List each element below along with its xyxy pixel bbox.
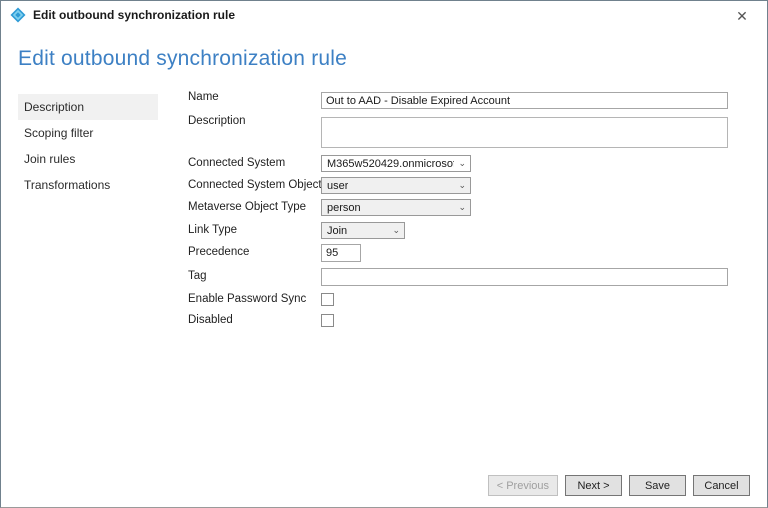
tag-label: Tag [188, 270, 207, 282]
sidebar-item-scoping-filter[interactable]: Scoping filter [18, 120, 158, 146]
sidebar-item-transformations[interactable]: Transformations [18, 172, 158, 198]
metaverse-object-type-value: person [327, 201, 361, 214]
page-title: Edit outbound synchronization rule [18, 47, 348, 70]
disabled-checkbox[interactable] [321, 314, 334, 327]
chevron-down-icon: ⌄ [458, 202, 466, 212]
sidebar-item-description[interactable]: Description [18, 94, 158, 120]
cancel-button[interactable]: Cancel [693, 475, 750, 496]
edit-sync-rule-dialog: Edit outbound synchronization rule ✕ Edi… [0, 0, 768, 508]
link-type-dropdown[interactable]: Join ⌄ [321, 222, 405, 239]
sidebar: Description Scoping filter Join rules Tr… [18, 94, 158, 198]
link-type-value: Join [327, 224, 348, 237]
metaverse-object-type-label: Metaverse Object Type [188, 201, 307, 213]
connected-system-value: M365w520429.onmicrosoft.com [327, 157, 454, 170]
enable-password-sync-checkbox[interactable] [321, 293, 334, 306]
description-label: Description [188, 115, 246, 127]
description-input[interactable] [321, 117, 728, 148]
connected-system-dropdown[interactable]: M365w520429.onmicrosoft.com ⌄ [321, 155, 471, 172]
next-button[interactable]: Next > [565, 475, 622, 496]
connected-system-label: Connected System [188, 157, 286, 169]
cs-object-type-value: user [327, 179, 349, 192]
cs-object-type-dropdown[interactable]: user ⌄ [321, 177, 471, 194]
sidebar-item-join-rules[interactable]: Join rules [18, 146, 158, 172]
precedence-input[interactable] [321, 244, 361, 262]
previous-button[interactable]: < Previous [487, 475, 558, 496]
sync-rule-diamond-icon [10, 7, 26, 23]
link-type-label: Link Type [188, 224, 238, 236]
disabled-label: Disabled [188, 314, 233, 326]
chevron-down-icon: ⌄ [392, 225, 400, 235]
tag-input[interactable] [321, 268, 728, 286]
close-icon[interactable]: ✕ [731, 5, 753, 27]
precedence-label: Precedence [188, 246, 250, 258]
title-bar: Edit outbound synchronization rule ✕ [1, 1, 767, 29]
name-label: Name [188, 91, 219, 103]
name-input[interactable] [321, 92, 728, 109]
metaverse-object-type-dropdown[interactable]: person ⌄ [321, 199, 471, 216]
footer-button-bar: < Previous Next > Save Cancel [487, 475, 750, 496]
enable-password-sync-label: Enable Password Sync [188, 293, 307, 305]
save-button[interactable]: Save [629, 475, 686, 496]
window-title: Edit outbound synchronization rule [33, 8, 235, 22]
chevron-down-icon: ⌄ [458, 158, 466, 168]
chevron-down-icon: ⌄ [458, 180, 466, 190]
